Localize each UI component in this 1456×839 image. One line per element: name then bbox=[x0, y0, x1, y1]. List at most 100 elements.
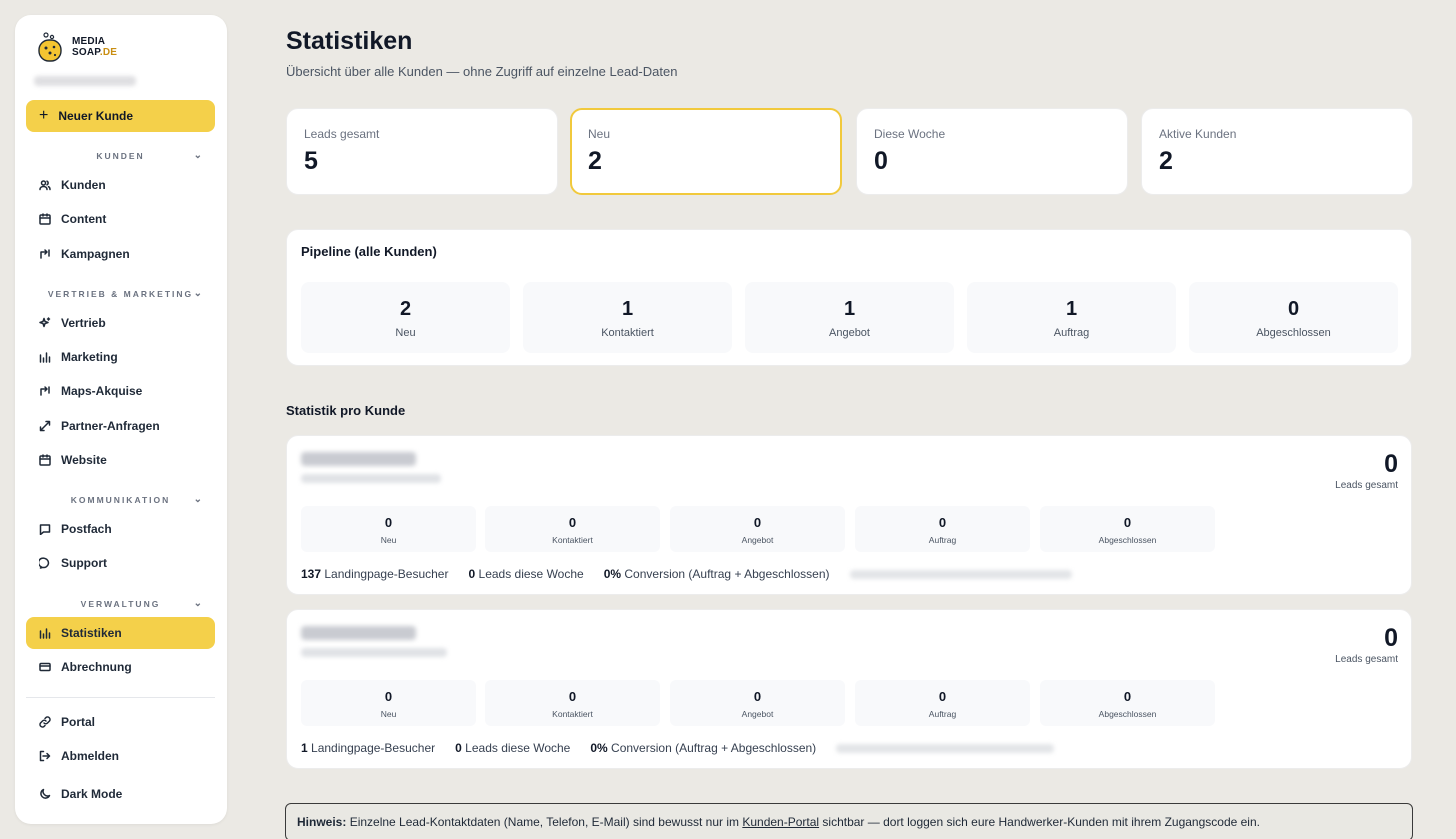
kpi-label: Diese Woche bbox=[874, 127, 946, 141]
brand-line2: SOAP bbox=[72, 47, 100, 58]
hint-text-before: Einzelne Lead-Kontaktdaten (Name, Telefo… bbox=[349, 815, 739, 829]
link-icon bbox=[39, 716, 51, 728]
customer-card: 0 Leads gesamt 0 Neu 0 Kontaktiert 0 Ang… bbox=[286, 609, 1412, 769]
chevron-down-icon: ⌄ bbox=[193, 598, 202, 609]
bar-chart-icon bbox=[39, 627, 51, 639]
sidebar-item-support[interactable]: Support bbox=[26, 547, 215, 579]
sidebar-item-label: Dark Mode bbox=[61, 787, 123, 801]
bar-chart-icon bbox=[39, 351, 51, 363]
kpi-card-diese-woche: Diese Woche 0 bbox=[856, 108, 1128, 195]
soap-logo-icon bbox=[37, 32, 63, 62]
stage-label: Angebot bbox=[829, 327, 870, 339]
kunden-portal-link[interactable]: Kunden-Portal bbox=[742, 815, 819, 829]
plus-icon: + bbox=[39, 107, 49, 124]
kpi-label: Aktive Kunden bbox=[1159, 127, 1237, 141]
stage-label: Abgeschlossen bbox=[1098, 535, 1157, 545]
section-vertrieb-marketing-toggle[interactable]: VERTRIEB & MARKETING ⌄ bbox=[26, 287, 215, 301]
sidebar-item-abrechnung[interactable]: Abrechnung bbox=[26, 651, 215, 683]
customer-stage-auftrag: 0 Auftrag bbox=[855, 506, 1030, 552]
sidebar-item-label: Vertrieb bbox=[61, 316, 106, 330]
brand-tld: .DE bbox=[99, 47, 118, 58]
sidebar-item-website[interactable]: Website bbox=[26, 444, 215, 476]
sidebar-item-kunden[interactable]: Kunden bbox=[26, 169, 215, 201]
sidebar-item-partner-anfragen[interactable]: Partner-Anfragen bbox=[26, 410, 215, 442]
stage-label: Neu bbox=[395, 327, 416, 339]
message-square-icon bbox=[39, 523, 51, 535]
customer-stage-kontaktiert: 0 Kontaktiert bbox=[485, 506, 660, 552]
customer-total-value: 0 bbox=[1384, 624, 1398, 652]
section-vertrieb-marketing-title: VERTRIEB & MARKETING bbox=[47, 289, 194, 299]
sidebar-item-label: Website bbox=[61, 453, 107, 467]
stage-label: Auftrag bbox=[928, 535, 957, 545]
kpi-value: 0 bbox=[874, 147, 888, 175]
hint-banner: Hinweis: Einzelne Lead-Kontaktdaten (Nam… bbox=[285, 803, 1413, 839]
calendar-icon bbox=[39, 454, 51, 466]
stage-count: 0 bbox=[1123, 515, 1132, 530]
conversion-stat: 0% Conversion (Auftrag + Abgeschlossen) bbox=[590, 741, 817, 755]
pipeline-stage-abgeschlossen: 0 Abgeschlossen bbox=[1189, 282, 1398, 353]
sidebar-item-marketing[interactable]: Marketing bbox=[26, 341, 215, 373]
sidebar-item-label: Maps-Akquise bbox=[61, 384, 143, 398]
stage-label: Neu bbox=[380, 535, 397, 545]
hint-text-after: sichtbar — dort loggen sich eure Handwer… bbox=[822, 815, 1260, 829]
week-stat: 0 Leads diese Woche bbox=[468, 567, 584, 581]
brand-line1: MEDIA bbox=[72, 36, 106, 47]
customer-stage-neu: 0 Neu bbox=[301, 680, 476, 726]
customer-total: 0 Leads gesamt bbox=[1335, 624, 1398, 665]
pipeline-panel: Pipeline (alle Kunden) 2 Neu 1 Kontaktie… bbox=[286, 229, 1412, 366]
sidebar-item-postfach[interactable]: Postfach bbox=[26, 513, 215, 545]
pipeline-stage-neu: 2 Neu bbox=[301, 282, 510, 353]
customer-link-redacted bbox=[849, 569, 1072, 579]
kpi-value: 2 bbox=[588, 147, 602, 175]
section-kunden-toggle[interactable]: KUNDEN ⌄ bbox=[26, 149, 215, 163]
sidebar-item-label: Support bbox=[61, 556, 107, 570]
pipeline-stage-auftrag: 1 Auftrag bbox=[967, 282, 1176, 353]
sidebar-item-label: Postfach bbox=[61, 522, 112, 536]
stage-count: 0 bbox=[384, 689, 393, 704]
new-customer-label: Neuer Kunde bbox=[58, 109, 134, 123]
sidebar-item-abmelden[interactable]: Abmelden bbox=[26, 740, 215, 772]
stage-count: 0 bbox=[1287, 298, 1300, 320]
section-kommunikation-toggle[interactable]: KOMMUNIKATION ⌄ bbox=[26, 493, 215, 507]
customer-meta-redacted bbox=[301, 648, 447, 657]
customer-card: 0 Leads gesamt 0 Neu 0 Kontaktiert 0 Ang… bbox=[286, 435, 1412, 595]
stage-count: 0 bbox=[753, 689, 762, 704]
brand-logo[interactable]: MEDIA SOAP.DE bbox=[37, 32, 117, 62]
customer-meta-redacted bbox=[301, 474, 441, 483]
message-circle-icon bbox=[39, 557, 51, 569]
customer-total-label: Leads gesamt bbox=[1335, 654, 1398, 665]
visitors-stat: 1 Landingpage-Besucher bbox=[301, 741, 436, 755]
section-verwaltung-toggle[interactable]: VERWALTUNG ⌄ bbox=[26, 597, 215, 611]
dark-mode-toggle[interactable]: Dark Mode bbox=[26, 778, 215, 810]
expand-arrows-icon bbox=[39, 420, 51, 432]
stage-count: 0 bbox=[1123, 689, 1132, 704]
sidebar-item-label: Content bbox=[61, 212, 107, 226]
sidebar-item-label: Partner-Anfragen bbox=[61, 419, 160, 433]
stage-label: Abgeschlossen bbox=[1256, 327, 1331, 339]
customer-total: 0 Leads gesamt bbox=[1335, 450, 1398, 491]
sidebar-item-vertrieb[interactable]: Vertrieb bbox=[26, 307, 215, 339]
customer-stage-angebot: 0 Angebot bbox=[670, 680, 845, 726]
sidebar-item-label: Marketing bbox=[61, 350, 118, 364]
page-title: Statistiken bbox=[286, 27, 413, 55]
sidebar-item-kampagnen[interactable]: Kampagnen bbox=[26, 238, 215, 270]
pipeline-stage-angebot: 1 Angebot bbox=[745, 282, 954, 353]
section-kunden-title: KUNDEN bbox=[96, 151, 145, 161]
sidebar-item-label: Abrechnung bbox=[61, 660, 132, 674]
new-customer-button[interactable]: + Neuer Kunde bbox=[26, 100, 215, 132]
stage-count: 1 bbox=[621, 298, 634, 320]
sidebar-item-label: Statistiken bbox=[61, 626, 122, 640]
stage-count: 0 bbox=[938, 689, 947, 704]
stage-label: Neu bbox=[380, 709, 397, 719]
sidebar-item-portal[interactable]: Portal bbox=[26, 706, 215, 738]
kpi-value: 2 bbox=[1159, 147, 1173, 175]
kpi-card-aktive-kunden: Aktive Kunden 2 bbox=[1141, 108, 1413, 195]
page-subtitle: Übersicht über alle Kunden — ohne Zugrif… bbox=[286, 64, 678, 79]
stage-count: 2 bbox=[399, 298, 412, 320]
sidebar-item-content[interactable]: Content bbox=[26, 203, 215, 235]
customer-stage-kontaktiert: 0 Kontaktiert bbox=[485, 680, 660, 726]
stage-count: 0 bbox=[384, 515, 393, 530]
section-verwaltung-title: VERWALTUNG bbox=[80, 599, 161, 609]
sidebar-item-statistiken[interactable]: Statistiken bbox=[26, 617, 215, 649]
sidebar-item-maps-akquise[interactable]: Maps-Akquise bbox=[26, 375, 215, 407]
